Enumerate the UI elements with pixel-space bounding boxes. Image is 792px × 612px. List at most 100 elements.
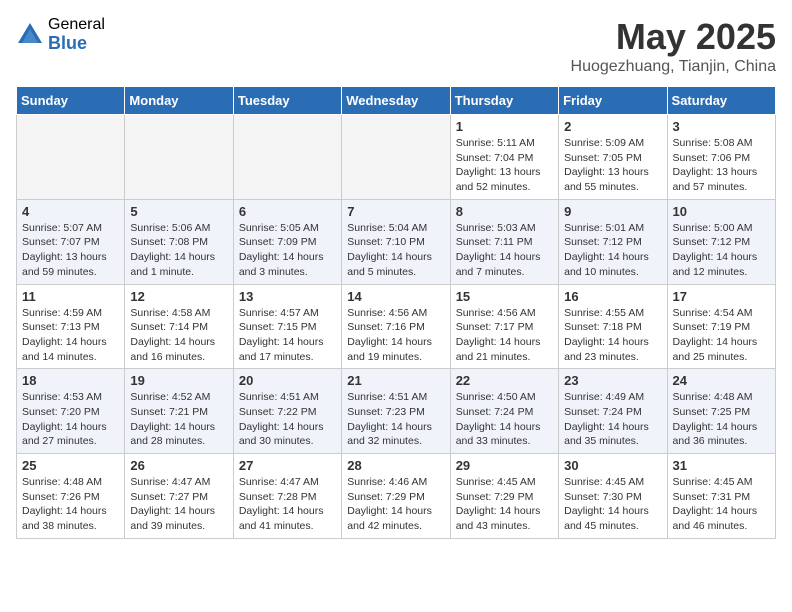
- day-number: 23: [564, 373, 661, 388]
- day-number: 6: [239, 204, 336, 219]
- calendar-cell: 5 Sunrise: 5:06 AM Sunset: 7:08 PM Daylig…: [125, 199, 233, 284]
- calendar-cell: 27 Sunrise: 4:47 AM Sunset: 7:28 PM Dayli…: [233, 454, 341, 539]
- day-number: 4: [22, 204, 119, 219]
- title-block: May 2025 Huogezhuang, Tianjin, China: [571, 16, 776, 76]
- day-number: 30: [564, 458, 661, 473]
- day-info: Sunrise: 4:51 AM Sunset: 7:22 PM Dayligh…: [239, 390, 336, 449]
- calendar-cell: 13 Sunrise: 4:57 AM Sunset: 7:15 PM Dayli…: [233, 284, 341, 369]
- calendar-cell: 3 Sunrise: 5:08 AM Sunset: 7:06 PM Daylig…: [667, 115, 775, 200]
- day-info: Sunrise: 5:01 AM Sunset: 7:12 PM Dayligh…: [564, 221, 661, 280]
- calendar-cell: 16 Sunrise: 4:55 AM Sunset: 7:18 PM Dayli…: [559, 284, 667, 369]
- day-number: 16: [564, 289, 661, 304]
- day-info: Sunrise: 5:06 AM Sunset: 7:08 PM Dayligh…: [130, 221, 227, 280]
- day-info: Sunrise: 4:45 AM Sunset: 7:29 PM Dayligh…: [456, 475, 553, 534]
- day-info: Sunrise: 4:53 AM Sunset: 7:20 PM Dayligh…: [22, 390, 119, 449]
- day-number: 11: [22, 289, 119, 304]
- day-info: Sunrise: 5:11 AM Sunset: 7:04 PM Dayligh…: [456, 136, 553, 195]
- calendar-cell: 10Sunrise: 5:00 AM Sunset: 7:12 PM Dayli…: [667, 199, 775, 284]
- day-info: Sunrise: 4:55 AM Sunset: 7:18 PM Dayligh…: [564, 306, 661, 365]
- day-info: Sunrise: 5:04 AM Sunset: 7:10 PM Dayligh…: [347, 221, 444, 280]
- logo-icon: [16, 21, 44, 49]
- day-number: 29: [456, 458, 553, 473]
- calendar-week-1: 1 Sunrise: 5:11 AM Sunset: 7:04 PM Daylig…: [17, 115, 776, 200]
- day-number: 27: [239, 458, 336, 473]
- calendar-cell: 29 Sunrise: 4:45 AM Sunset: 7:29 PM Dayli…: [450, 454, 558, 539]
- day-number: 20: [239, 373, 336, 388]
- day-info: Sunrise: 5:08 AM Sunset: 7:06 PM Dayligh…: [673, 136, 770, 195]
- day-number: 25: [22, 458, 119, 473]
- page-header: General Blue May 2025 Huogezhuang, Tianj…: [16, 16, 776, 76]
- calendar-week-4: 18Sunrise: 4:53 AM Sunset: 7:20 PM Dayli…: [17, 369, 776, 454]
- calendar-cell: [17, 115, 125, 200]
- calendar-week-2: 4 Sunrise: 5:07 AM Sunset: 7:07 PM Daylig…: [17, 199, 776, 284]
- day-info: Sunrise: 4:46 AM Sunset: 7:29 PM Dayligh…: [347, 475, 444, 534]
- day-number: 1: [456, 119, 553, 134]
- calendar-cell: 20 Sunrise: 4:51 AM Sunset: 7:22 PM Dayli…: [233, 369, 341, 454]
- day-info: Sunrise: 4:47 AM Sunset: 7:27 PM Dayligh…: [130, 475, 227, 534]
- calendar-cell: 24 Sunrise: 4:48 AM Sunset: 7:25 PM Dayli…: [667, 369, 775, 454]
- day-number: 5: [130, 204, 227, 219]
- day-info: Sunrise: 4:59 AM Sunset: 7:13 PM Dayligh…: [22, 306, 119, 365]
- calendar-cell: [342, 115, 450, 200]
- weekday-header-saturday: Saturday: [667, 87, 775, 115]
- day-number: 14: [347, 289, 444, 304]
- calendar-cell: 30 Sunrise: 4:45 AM Sunset: 7:30 PM Dayli…: [559, 454, 667, 539]
- day-number: 8: [456, 204, 553, 219]
- weekday-header-sunday: Sunday: [17, 87, 125, 115]
- calendar-cell: 26Sunrise: 4:47 AM Sunset: 7:27 PM Dayli…: [125, 454, 233, 539]
- day-info: Sunrise: 4:49 AM Sunset: 7:24 PM Dayligh…: [564, 390, 661, 449]
- day-number: 24: [673, 373, 770, 388]
- calendar-cell: 12 Sunrise: 4:58 AM Sunset: 7:14 PM Dayli…: [125, 284, 233, 369]
- calendar-cell: [125, 115, 233, 200]
- day-info: Sunrise: 5:03 AM Sunset: 7:11 PM Dayligh…: [456, 221, 553, 280]
- calendar-cell: 25Sunrise: 4:48 AM Sunset: 7:26 PM Dayli…: [17, 454, 125, 539]
- calendar-table: SundayMondayTuesdayWednesdayThursdayFrid…: [16, 86, 776, 539]
- calendar-cell: [233, 115, 341, 200]
- day-info: Sunrise: 5:07 AM Sunset: 7:07 PM Dayligh…: [22, 221, 119, 280]
- calendar-cell: 22Sunrise: 4:50 AM Sunset: 7:24 PM Dayli…: [450, 369, 558, 454]
- calendar-cell: 2Sunrise: 5:09 AM Sunset: 7:05 PM Daylig…: [559, 115, 667, 200]
- day-info: Sunrise: 4:45 AM Sunset: 7:30 PM Dayligh…: [564, 475, 661, 534]
- calendar-cell: 31 Sunrise: 4:45 AM Sunset: 7:31 PM Dayli…: [667, 454, 775, 539]
- logo: General Blue: [16, 16, 105, 53]
- calendar-cell: 7 Sunrise: 5:04 AM Sunset: 7:10 PM Daylig…: [342, 199, 450, 284]
- day-info: Sunrise: 4:58 AM Sunset: 7:14 PM Dayligh…: [130, 306, 227, 365]
- calendar-cell: 14 Sunrise: 4:56 AM Sunset: 7:16 PM Dayli…: [342, 284, 450, 369]
- day-info: Sunrise: 4:56 AM Sunset: 7:17 PM Dayligh…: [456, 306, 553, 365]
- logo-text: General Blue: [48, 16, 105, 53]
- calendar-cell: 11 Sunrise: 4:59 AM Sunset: 7:13 PM Dayli…: [17, 284, 125, 369]
- calendar-week-5: 25Sunrise: 4:48 AM Sunset: 7:26 PM Dayli…: [17, 454, 776, 539]
- day-number: 19: [130, 373, 227, 388]
- calendar-cell: 6 Sunrise: 5:05 AM Sunset: 7:09 PM Daylig…: [233, 199, 341, 284]
- calendar-cell: 17Sunrise: 4:54 AM Sunset: 7:19 PM Dayli…: [667, 284, 775, 369]
- calendar-cell: 1 Sunrise: 5:11 AM Sunset: 7:04 PM Daylig…: [450, 115, 558, 200]
- month-year: May 2025: [571, 16, 776, 58]
- location: Huogezhuang, Tianjin, China: [571, 58, 776, 76]
- day-info: Sunrise: 4:45 AM Sunset: 7:31 PM Dayligh…: [673, 475, 770, 534]
- day-number: 28: [347, 458, 444, 473]
- day-number: 13: [239, 289, 336, 304]
- day-number: 7: [347, 204, 444, 219]
- day-number: 22: [456, 373, 553, 388]
- day-number: 12: [130, 289, 227, 304]
- calendar-cell: 8 Sunrise: 5:03 AM Sunset: 7:11 PM Daylig…: [450, 199, 558, 284]
- weekday-header-monday: Monday: [125, 87, 233, 115]
- day-info: Sunrise: 4:56 AM Sunset: 7:16 PM Dayligh…: [347, 306, 444, 365]
- day-number: 3: [673, 119, 770, 134]
- weekday-header-wednesday: Wednesday: [342, 87, 450, 115]
- weekday-header-tuesday: Tuesday: [233, 87, 341, 115]
- day-number: 31: [673, 458, 770, 473]
- calendar-header: SundayMondayTuesdayWednesdayThursdayFrid…: [17, 87, 776, 115]
- day-info: Sunrise: 4:57 AM Sunset: 7:15 PM Dayligh…: [239, 306, 336, 365]
- day-number: 15: [456, 289, 553, 304]
- day-info: Sunrise: 5:05 AM Sunset: 7:09 PM Dayligh…: [239, 221, 336, 280]
- day-info: Sunrise: 4:48 AM Sunset: 7:25 PM Dayligh…: [673, 390, 770, 449]
- day-number: 10: [673, 204, 770, 219]
- day-number: 9: [564, 204, 661, 219]
- day-info: Sunrise: 4:52 AM Sunset: 7:21 PM Dayligh…: [130, 390, 227, 449]
- logo-blue: Blue: [48, 34, 105, 54]
- day-number: 21: [347, 373, 444, 388]
- day-info: Sunrise: 4:47 AM Sunset: 7:28 PM Dayligh…: [239, 475, 336, 534]
- calendar-cell: 28 Sunrise: 4:46 AM Sunset: 7:29 PM Dayli…: [342, 454, 450, 539]
- calendar-cell: 15 Sunrise: 4:56 AM Sunset: 7:17 PM Dayli…: [450, 284, 558, 369]
